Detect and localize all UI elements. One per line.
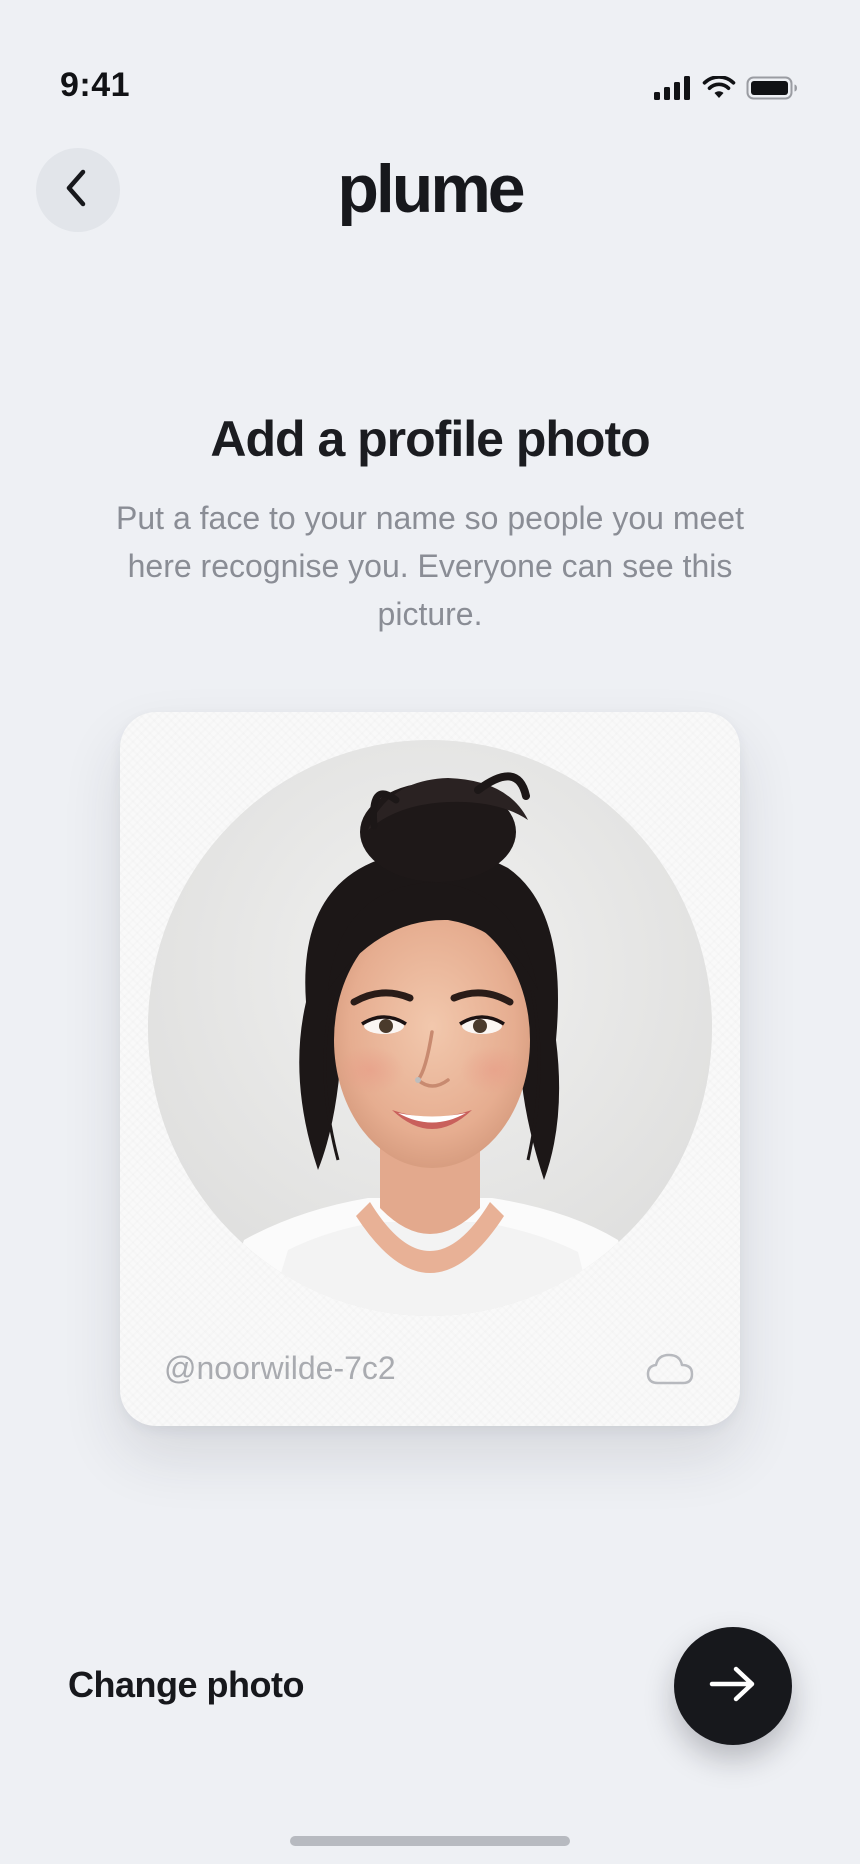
next-button[interactable] [674,1627,792,1745]
arrow-right-icon [708,1664,758,1709]
page-title: Add a profile photo [210,411,650,467]
home-indicator [290,1836,570,1846]
page-subtitle: Put a face to your name so people you me… [116,500,744,632]
card-username: @noorwilde-7c2 [164,1350,396,1386]
app-logo: plume [337,151,525,227]
status-bar: 9:41 [0,0,860,120]
profile-card: @noorwilde-7c2 [120,712,740,1426]
battery-icon [746,76,798,100]
wifi-icon [702,76,736,100]
profile-photo[interactable] [148,740,712,1316]
change-photo-button[interactable]: Change photo [68,1664,304,1706]
status-time: 9:41 [60,66,131,104]
cellular-signal-icon [654,76,692,100]
status-icons [654,76,798,100]
cloud-icon [646,1352,694,1391]
profile-photo-screen: 9:41 plume Add a profile photo Put a fac… [0,0,860,1864]
